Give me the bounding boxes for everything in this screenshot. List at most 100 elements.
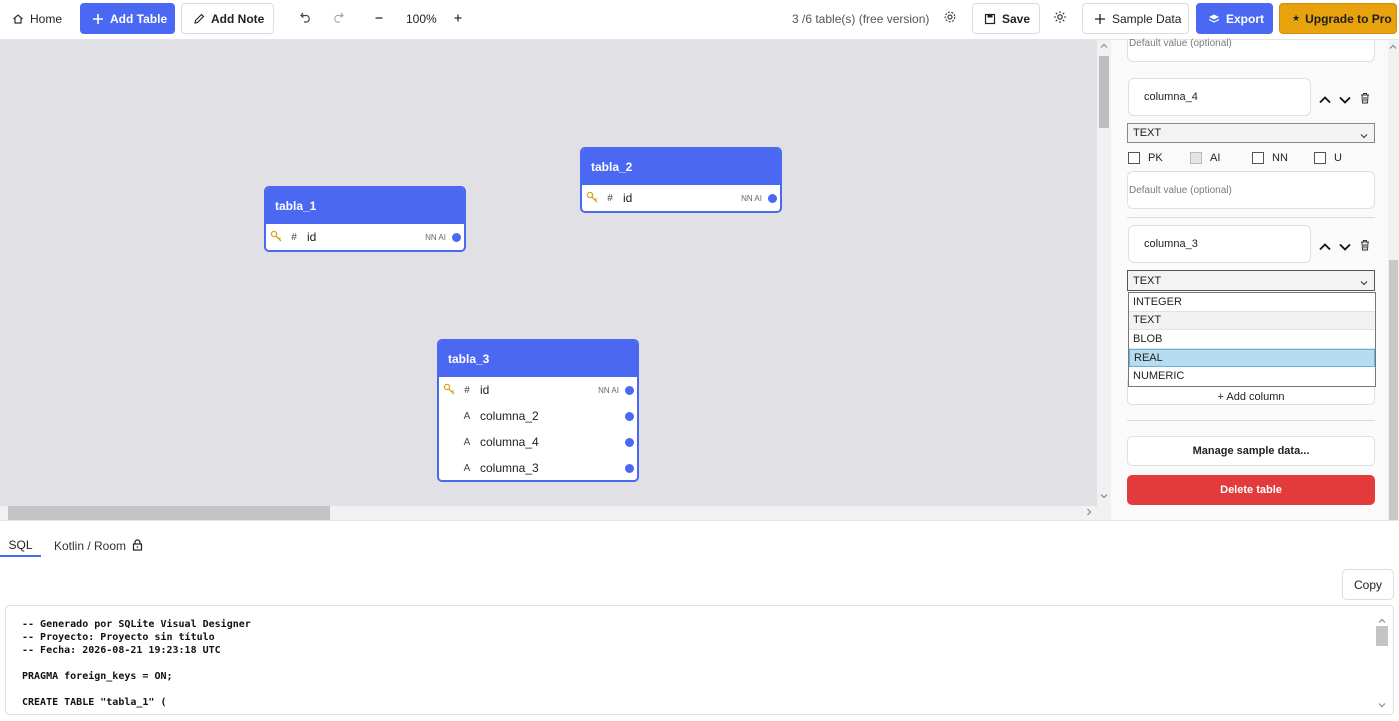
upgrade-label: Upgrade to Pro <box>1305 11 1392 26</box>
default-value-input[interactable]: Default value (optional) <box>1127 171 1375 209</box>
theme-toggle-button[interactable] <box>1053 3 1067 34</box>
canvas-vertical-scrollbar[interactable] <box>1097 40 1111 520</box>
column-name: id <box>307 230 317 244</box>
trash-icon[interactable] <box>1360 91 1370 109</box>
code-scrollbar[interactable] <box>1375 612 1389 708</box>
table-header[interactable]: tabla_1 <box>266 188 464 224</box>
code-line: -- Fecha: 2026-08-21 19:23:18 UTC <box>22 645 221 656</box>
checkbox-label: NN <box>1272 152 1288 164</box>
scroll-thumb[interactable] <box>8 506 330 520</box>
delete-table-label: Delete table <box>1220 484 1282 496</box>
key-icon <box>586 191 599 207</box>
checkbox-label: AI <box>1210 152 1221 164</box>
column-name: id <box>480 383 490 397</box>
table-card-tabla-2[interactable]: tabla_2 # id NN AI <box>580 147 782 213</box>
copy-button[interactable]: Copy <box>1342 569 1394 600</box>
nn-checkbox[interactable]: NN <box>1252 152 1288 164</box>
copy-label: Copy <box>1353 577 1382 592</box>
connection-handle[interactable] <box>625 463 634 473</box>
key-icon <box>443 383 456 399</box>
table-column-row[interactable]: # id NN AI <box>266 224 464 250</box>
home-label: Home <box>30 11 63 26</box>
table-column-row[interactable]: A columna_3 <box>439 455 637 480</box>
panel-scrollbar[interactable] <box>1388 40 1399 520</box>
default-value-input[interactable]: Default value (optional) <box>1127 38 1375 62</box>
table-column-row[interactable]: # id NN AI <box>439 377 637 403</box>
plus-icon <box>92 13 104 25</box>
connection-handle[interactable] <box>625 411 634 421</box>
zoom-out-button[interactable] <box>374 3 384 34</box>
table-card-tabla-3[interactable]: tabla_3 # id NN AI A columna_2 A columna… <box>437 339 639 482</box>
plus-icon <box>1094 13 1106 25</box>
trash-icon[interactable] <box>1360 238 1370 256</box>
diagram-canvas[interactable]: tabla_1 # id NN AI tabla_2 # id NN AI ta… <box>0 40 1097 506</box>
dropdown-option-highlighted[interactable]: REAL <box>1129 348 1375 367</box>
move-up-icon[interactable] <box>1319 239 1331 257</box>
table-column-row[interactable]: A columna_4 <box>439 429 637 455</box>
select-value: TEXT <box>1133 127 1162 139</box>
move-down-icon[interactable] <box>1339 239 1351 257</box>
dropdown-option[interactable]: BLOB <box>1129 330 1375 349</box>
settings-button[interactable] <box>943 3 957 34</box>
column-type-select-open[interactable]: TEXT <box>1127 270 1375 291</box>
add-note-button[interactable]: Add Note <box>181 3 274 34</box>
code-line: -- Proyecto: Proyecto sin título <box>22 632 215 643</box>
table-header[interactable]: tabla_2 <box>582 149 780 185</box>
scroll-thumb[interactable] <box>1389 260 1398 520</box>
sample-data-label: Sample Data <box>1112 11 1182 26</box>
connection-handle[interactable] <box>768 193 777 203</box>
undo-button[interactable] <box>299 3 313 34</box>
scroll-up-icon[interactable] <box>1100 42 1108 53</box>
canvas-horizontal-scrollbar[interactable] <box>0 506 1097 520</box>
type-glyph: # <box>291 231 297 243</box>
delete-table-button[interactable]: Delete table <box>1127 475 1375 505</box>
table-card-tabla-1[interactable]: tabla_1 # id NN AI <box>264 186 466 252</box>
table-column-row[interactable]: # id NN AI <box>582 185 780 211</box>
chevron-down-icon <box>1360 277 1368 289</box>
dropdown-option[interactable]: TEXT <box>1129 311 1375 330</box>
export-button[interactable]: Export <box>1196 3 1273 34</box>
sun-icon <box>1053 10 1067 27</box>
column-name-input[interactable]: columna_4 <box>1128 78 1311 116</box>
tab-kotlin-room[interactable]: Kotlin / Room <box>54 535 143 557</box>
scroll-down-icon[interactable] <box>1378 696 1386 714</box>
pk-checkbox[interactable]: PK <box>1128 152 1163 164</box>
ai-checkbox[interactable]: AI <box>1190 152 1220 164</box>
add-table-button[interactable]: Add Table <box>80 3 175 34</box>
connection-handle[interactable] <box>452 232 461 242</box>
scroll-down-icon[interactable] <box>1100 492 1108 503</box>
dropdown-option[interactable]: INTEGER <box>1129 293 1375 312</box>
save-button[interactable]: Save <box>972 3 1040 34</box>
table-header[interactable]: tabla_3 <box>439 341 637 377</box>
connection-handle[interactable] <box>625 385 634 395</box>
dropdown-option[interactable]: NUMERIC <box>1129 367 1375 386</box>
type-glyph: # <box>607 192 613 204</box>
scroll-right-icon[interactable] <box>1085 508 1093 519</box>
u-checkbox[interactable]: U <box>1314 152 1342 164</box>
tab-kotlin-label: Kotlin / Room <box>54 539 127 553</box>
move-up-icon[interactable] <box>1319 92 1331 110</box>
table-column-row[interactable]: A columna_2 <box>439 403 637 429</box>
move-down-icon[interactable] <box>1339 92 1351 110</box>
scroll-up-icon[interactable] <box>1389 43 1397 54</box>
home-button[interactable]: Home <box>12 3 62 34</box>
scroll-thumb[interactable] <box>1376 626 1388 646</box>
upgrade-button[interactable]: ★ Upgrade to Pro <box>1279 3 1397 34</box>
scroll-thumb[interactable] <box>1099 56 1109 128</box>
sql-code-view[interactable]: -- Generado por SQLite Visual Designer -… <box>5 605 1394 715</box>
column-type-select[interactable]: TEXT <box>1127 123 1375 143</box>
manage-sample-data-button[interactable]: Manage sample data... <box>1127 436 1375 466</box>
code-line: -- Generado por SQLite Visual Designer <box>22 619 251 630</box>
lock-icon <box>132 538 143 554</box>
tab-sql[interactable]: SQL <box>0 535 41 557</box>
redo-button[interactable] <box>331 3 345 34</box>
checkbox-label: PK <box>1148 152 1163 164</box>
checkbox-label: U <box>1334 152 1342 164</box>
connection-handle[interactable] <box>625 437 634 447</box>
type-glyph: A <box>463 436 471 448</box>
plus-icon <box>453 12 463 26</box>
star-icon: ★ <box>1292 13 1301 23</box>
column-name-input[interactable]: columna_3 <box>1128 225 1311 263</box>
zoom-in-button[interactable] <box>453 3 463 34</box>
sample-data-button[interactable]: Sample Data <box>1082 3 1189 34</box>
